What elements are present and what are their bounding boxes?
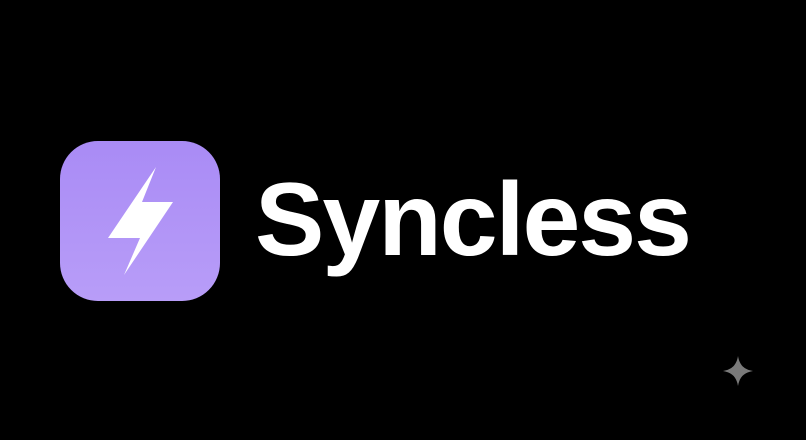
app-icon (60, 141, 220, 301)
brand-name: Syncless (255, 162, 692, 278)
logo-canvas: Syncless (0, 0, 806, 440)
lightning-bolt-icon (108, 167, 173, 275)
sparkle-icon (721, 354, 755, 388)
